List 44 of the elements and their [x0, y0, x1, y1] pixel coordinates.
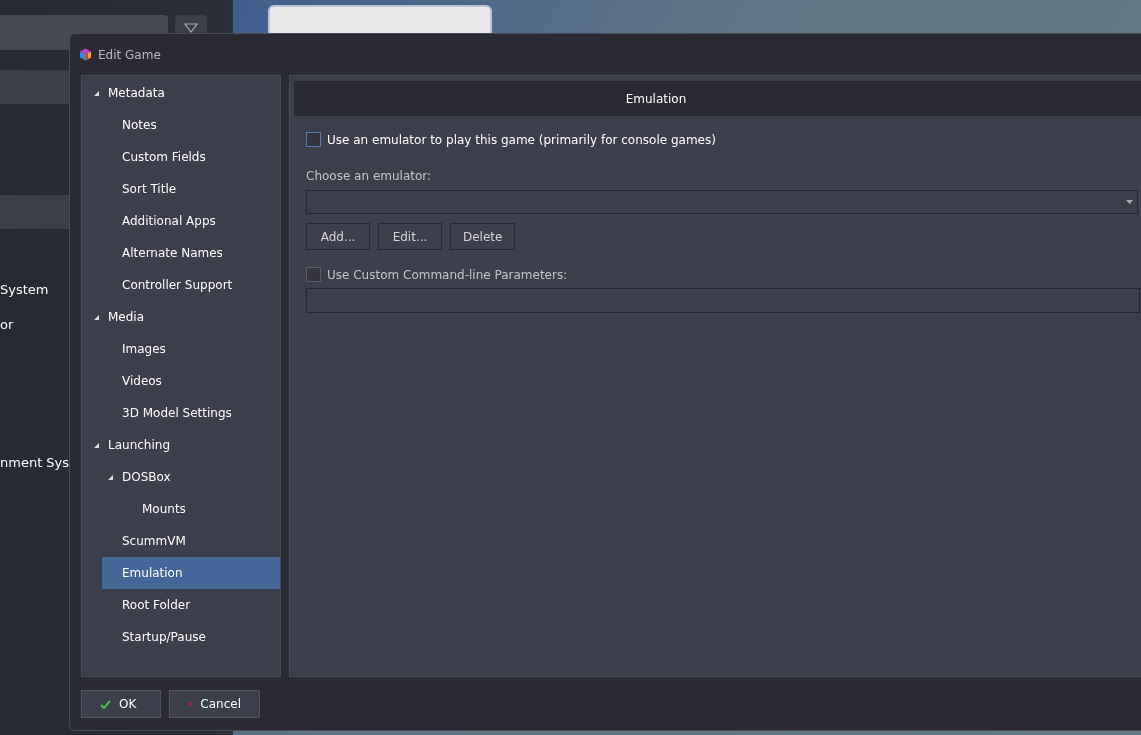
tree-item[interactable]: Images: [102, 333, 280, 365]
checkbox[interactable]: [306, 132, 321, 147]
tree-item[interactable]: Videos: [102, 365, 280, 397]
tree-item[interactable]: Alternate Names: [102, 237, 280, 269]
checkbox[interactable]: [306, 267, 321, 282]
expanded-arrow-icon: [94, 90, 99, 96]
tree-item[interactable]: Root Folder: [102, 589, 280, 621]
tree-item[interactable]: Notes: [102, 109, 280, 141]
checkbox-label: Use Custom Command-line Parameters:: [327, 267, 568, 282]
expanded-arrow-icon: [94, 442, 99, 448]
tree-item[interactable]: Startup/Pause: [102, 621, 280, 653]
tree-item[interactable]: Additional Apps: [102, 205, 280, 237]
tree-item[interactable]: Controller Support: [102, 269, 280, 301]
action-button[interactable]: Edit...: [378, 223, 442, 250]
tree-item[interactable]: Custom Fields: [102, 141, 280, 173]
parameters-field[interactable]: [306, 288, 1140, 313]
list-item[interactable]: or: [0, 317, 14, 337]
list-item[interactable]: nment Sys: [0, 455, 70, 475]
tree-item[interactable]: 3D Model Settings: [102, 397, 280, 429]
tree-item[interactable]: Mounts: [102, 493, 280, 525]
cancel-button[interactable]: Cancel: [169, 690, 260, 718]
dropdown-arrow-icon: [1126, 200, 1133, 204]
filter-icon: [184, 23, 198, 33]
tree-item[interactable]: Sort Title: [102, 173, 280, 205]
checkmark-icon: [100, 699, 111, 709]
tree-item[interactable]: DOSBox: [102, 461, 280, 493]
tree-item[interactable]: Emulation: [102, 557, 280, 589]
tree-item[interactable]: Media: [82, 301, 280, 333]
cube-icon: [79, 48, 92, 61]
ok-button[interactable]: OK: [81, 690, 161, 718]
expanded-arrow-icon: [108, 474, 113, 480]
emulator-dropdown[interactable]: [306, 190, 1138, 214]
tree-item[interactable]: ScummVM: [102, 525, 280, 557]
section-header: Emulation: [294, 81, 1141, 116]
list-item[interactable]: System: [0, 282, 49, 302]
window-title: Edit Game: [98, 47, 161, 62]
tree-item[interactable]: Launching: [82, 429, 280, 461]
cross-icon: [188, 699, 193, 709]
checkbox-label: Use an emulator to play this game (primarily for console games): [327, 132, 716, 147]
tree-item[interactable]: Metadata: [82, 77, 280, 109]
action-button[interactable]: Add...: [306, 223, 370, 250]
expanded-arrow-icon: [94, 314, 99, 320]
action-button[interactable]: Delete: [450, 223, 516, 250]
field-label: Choose an emulator:: [306, 169, 432, 183]
